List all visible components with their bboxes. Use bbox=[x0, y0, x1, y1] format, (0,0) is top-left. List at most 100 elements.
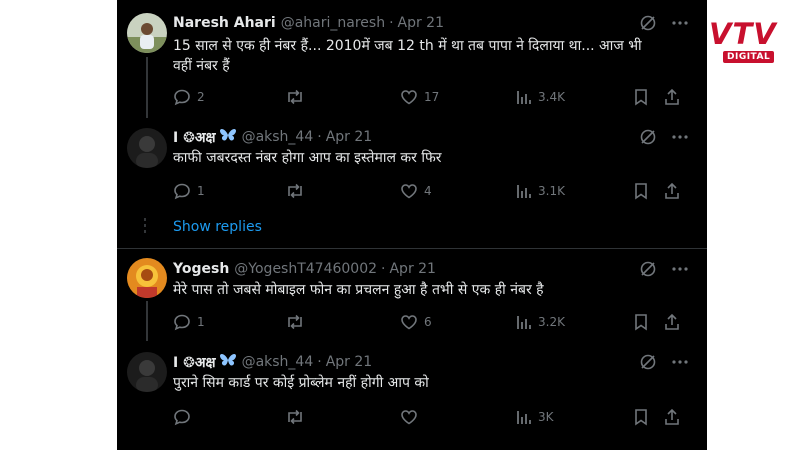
like-button[interactable]: 6 bbox=[400, 312, 432, 332]
more-options-icon[interactable] bbox=[671, 353, 689, 371]
more-options-icon[interactable] bbox=[671, 14, 689, 32]
retweet-button[interactable] bbox=[285, 407, 311, 427]
reply-icon bbox=[174, 89, 190, 106]
views-icon bbox=[517, 91, 531, 104]
grok-icon[interactable] bbox=[639, 353, 657, 371]
thread-line bbox=[146, 57, 148, 118]
bookmark-button[interactable] bbox=[633, 407, 655, 427]
more-options-icon[interactable] bbox=[671, 128, 689, 146]
butterfly-icon bbox=[219, 352, 237, 372]
share-icon bbox=[665, 408, 679, 425]
grok-icon[interactable] bbox=[639, 14, 657, 32]
tweet-text: 15 साल से एक ही नंबर हैं... 2010में जब 1… bbox=[173, 38, 642, 74]
separator: · bbox=[389, 15, 394, 31]
display-name[interactable]: I ❂अक्ष bbox=[173, 128, 216, 147]
views-button[interactable]: 3.1K bbox=[516, 181, 565, 201]
reply-icon bbox=[174, 409, 190, 426]
share-icon bbox=[665, 313, 679, 330]
avatar[interactable] bbox=[127, 258, 167, 298]
like-button[interactable]: 17 bbox=[400, 87, 439, 107]
vtv-digital-logo: VTV DIGITAL bbox=[707, 18, 787, 66]
tweet-naresh[interactable]: Naresh Ahari @ahari_naresh · Apr 21 15 स… bbox=[117, 0, 707, 118]
view-count: 3K bbox=[538, 410, 554, 424]
retweet-button[interactable] bbox=[285, 312, 311, 332]
retweet-icon bbox=[288, 409, 302, 425]
separator: · bbox=[381, 261, 386, 277]
retweet-button[interactable] bbox=[285, 181, 311, 201]
separator: · bbox=[317, 354, 322, 370]
show-replies-link[interactable]: Show replies bbox=[173, 219, 262, 235]
tweet-aksh-2[interactable]: I ❂अक्ष @aksh_44 · Apr 21 पुराने सिम कार… bbox=[117, 341, 707, 450]
tweet-text: मेरे पास तो जबसे मोबाइल फोन का प्रचलन हु… bbox=[173, 282, 544, 298]
display-name[interactable]: Yogesh bbox=[173, 261, 229, 277]
user-handle[interactable]: @aksh_44 bbox=[242, 354, 314, 370]
thread-line bbox=[146, 301, 148, 341]
bookmark-icon bbox=[635, 89, 647, 106]
tweet-yogesh[interactable]: Yogesh @YogeshT47460002 · Apr 21 मेरे पा… bbox=[117, 249, 707, 341]
tweet-actions: 2 17 3.4K bbox=[173, 87, 681, 107]
timestamp[interactable]: Apr 21 bbox=[326, 129, 372, 145]
avatar[interactable] bbox=[127, 13, 167, 53]
bookmark-icon bbox=[635, 314, 647, 331]
views-button[interactable]: 3.4K bbox=[516, 87, 565, 107]
tweet-actions: 1 6 3.2K bbox=[173, 312, 681, 332]
display-name[interactable]: I ❂अक्ष bbox=[173, 353, 216, 372]
view-count: 3.2K bbox=[538, 315, 565, 329]
heart-icon bbox=[401, 410, 417, 425]
retweet-icon bbox=[288, 89, 302, 105]
retweet-icon bbox=[288, 314, 302, 330]
logo-subtitle: DIGITAL bbox=[723, 51, 775, 63]
reply-button[interactable] bbox=[173, 407, 197, 427]
timestamp[interactable]: Apr 21 bbox=[398, 15, 444, 31]
like-button[interactable]: 4 bbox=[400, 181, 432, 201]
user-handle[interactable]: @aksh_44 bbox=[242, 129, 314, 145]
reply-count: 1 bbox=[197, 315, 205, 329]
views-button[interactable]: 3.2K bbox=[516, 312, 565, 332]
avatar[interactable] bbox=[127, 128, 167, 168]
share-icon bbox=[665, 88, 679, 105]
logo-wordmark: VTV bbox=[709, 17, 777, 51]
thread-continuation-dots bbox=[144, 218, 146, 233]
reply-button[interactable]: 1 bbox=[173, 312, 205, 332]
views-button[interactable]: 3K bbox=[516, 407, 554, 427]
butterfly-icon bbox=[219, 127, 237, 147]
retweet-icon bbox=[288, 183, 302, 199]
reply-icon bbox=[174, 183, 190, 200]
retweet-button[interactable] bbox=[285, 87, 311, 107]
view-count: 3.1K bbox=[538, 184, 565, 198]
share-icon bbox=[665, 182, 679, 199]
grok-icon[interactable] bbox=[639, 260, 657, 278]
heart-icon bbox=[401, 315, 417, 330]
timestamp[interactable]: Apr 21 bbox=[326, 354, 372, 370]
tweet-text: काफी जबरदस्त नंबर होगा आप का इस्तेमाल कर… bbox=[173, 150, 442, 166]
more-options-icon[interactable] bbox=[671, 260, 689, 278]
reply-count: 2 bbox=[197, 90, 205, 104]
views-icon bbox=[517, 411, 531, 424]
share-button[interactable] bbox=[663, 181, 687, 201]
reply-button[interactable]: 1 bbox=[173, 181, 205, 201]
user-handle[interactable]: @YogeshT47460002 bbox=[234, 261, 377, 277]
avatar[interactable] bbox=[127, 352, 167, 392]
bookmark-button[interactable] bbox=[633, 87, 655, 107]
timestamp[interactable]: Apr 21 bbox=[389, 261, 435, 277]
user-handle[interactable]: @ahari_naresh bbox=[281, 15, 385, 31]
separator: · bbox=[317, 129, 322, 145]
tweet-actions: 3K bbox=[173, 407, 681, 427]
share-button[interactable] bbox=[663, 312, 687, 332]
like-count: 6 bbox=[424, 315, 432, 329]
views-icon bbox=[517, 316, 531, 329]
grok-icon[interactable] bbox=[639, 128, 657, 146]
bookmark-button[interactable] bbox=[633, 181, 655, 201]
share-button[interactable] bbox=[663, 87, 687, 107]
reply-button[interactable]: 2 bbox=[173, 87, 205, 107]
like-button[interactable] bbox=[400, 407, 424, 427]
view-count: 3.4K bbox=[538, 90, 565, 104]
share-button[interactable] bbox=[663, 407, 687, 427]
bookmark-icon bbox=[635, 409, 647, 426]
twitter-reply-thread: Naresh Ahari @ahari_naresh · Apr 21 15 स… bbox=[117, 0, 707, 450]
display-name[interactable]: Naresh Ahari bbox=[173, 15, 276, 31]
tweet-actions: 1 4 3.1K bbox=[173, 181, 681, 201]
views-icon bbox=[517, 185, 531, 198]
bookmark-button[interactable] bbox=[633, 312, 655, 332]
heart-icon bbox=[401, 90, 417, 105]
